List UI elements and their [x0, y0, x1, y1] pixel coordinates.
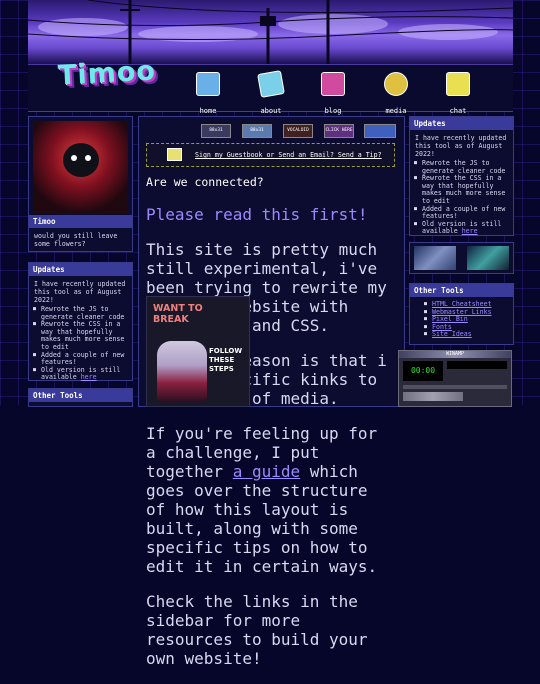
nav-home[interactable]: home [188, 72, 228, 117]
book-icon [321, 72, 345, 96]
power-lines-illustration [28, 0, 513, 64]
profile-avatar [33, 121, 128, 213]
poster-image: WANT TO BREAK FOLLOW THESE STEPS [146, 296, 250, 407]
site-button[interactable]: 88x31 [242, 124, 272, 138]
gallery-image[interactable] [414, 246, 456, 270]
gallery-image[interactable] [467, 246, 509, 270]
updates-panel-left: Updates I have recently updated this too… [28, 262, 133, 381]
nav-blog[interactable]: blog [313, 72, 353, 117]
nav-about[interactable]: about [251, 70, 291, 117]
profile-name: Timoo [29, 215, 132, 228]
other-tools-heading-left: Other Tools [29, 389, 132, 402]
other-tools-list: HTML Cheatsheet Webmaster Links Pixel Bi… [410, 297, 513, 339]
guide-link[interactable]: a guide [233, 462, 300, 481]
nav-media[interactable]: media [376, 72, 416, 117]
old-version-link[interactable]: here [81, 373, 97, 382]
poster-title: WANT TO BREAK [153, 303, 203, 325]
winamp-titlebar: WINAMP [399, 351, 511, 358]
media-disc-icon [384, 72, 408, 96]
nav-home-label: home [199, 107, 217, 115]
envelope-icon [167, 148, 182, 161]
winamp-marquee [447, 361, 507, 369]
updates-heading: Updates [29, 263, 132, 276]
list-item: Added a couple of new features! [33, 351, 129, 367]
poster-side-text: FOLLOW THESE STEPS [209, 347, 243, 373]
guestbook-link[interactable]: Sign my Guestbook or Send an Email? Send… [195, 151, 382, 159]
nav-chat-label: chat [449, 107, 467, 115]
list-item: Rewrote the CSS in a way that hopefully … [414, 174, 510, 205]
phone-icon [446, 72, 470, 96]
updates-list-right: Rewrote the JS to generate cleaner code … [410, 159, 513, 236]
site-button[interactable] [364, 124, 396, 138]
other-tools-panel-left: Other Tools [28, 388, 133, 407]
other-tools-heading: Other Tools [410, 284, 513, 297]
nav-about-label: about [260, 107, 282, 115]
updates-panel-right: Updates I have recently updated this too… [409, 116, 514, 236]
old-version-link-right[interactable]: here [462, 227, 478, 236]
paragraph-3: If you're feeling up for a challenge, I … [146, 424, 396, 576]
guestbook-box: Sign my Guestbook or Send an Email? Send… [146, 143, 395, 167]
winamp-seek-bar[interactable] [403, 385, 507, 389]
list-item: Old version is still available here [33, 366, 129, 382]
other-tools-panel: Other Tools HTML Cheatsheet Webmaster Li… [409, 283, 514, 345]
header-banner [28, 0, 513, 64]
updates-list: Rewrote the JS to generate cleaner code … [29, 305, 132, 382]
winamp-display: 00:00 [403, 361, 443, 381]
list-item: Rewrote the JS to generate cleaner code [33, 305, 129, 321]
gallery-panel [409, 242, 514, 274]
updates-intro: I have recently updated this tool as of … [34, 280, 126, 304]
list-item: Rewrote the CSS in a way that hopefully … [33, 320, 129, 351]
list-item: Added a couple of new features! [414, 205, 510, 221]
notepad-icon [257, 70, 285, 98]
site-logo[interactable]: Timoo [57, 55, 156, 91]
poster-character [157, 341, 207, 401]
main-text: Are we connected? Please read this first… [146, 175, 396, 684]
winamp-controls[interactable] [403, 392, 463, 401]
paragraph-4: Check the links in the sidebar for more … [146, 592, 368, 668]
computer-icon [196, 72, 220, 96]
tool-link[interactable]: Site Ideas [424, 331, 513, 339]
site-button[interactable]: CLICK HERE [324, 124, 354, 138]
updates-heading-right: Updates [410, 117, 513, 130]
profile-text: would you still leave some flowers? [34, 232, 118, 248]
profile-panel: Timoo would you still leave some flowers… [28, 116, 133, 252]
site-button[interactable]: 88x31 [201, 124, 231, 138]
page-title: Are we connected? [146, 175, 264, 189]
list-item: Rewrote the JS to generate cleaner code [414, 159, 510, 175]
winamp-player[interactable]: WINAMP 00:00 [398, 350, 512, 407]
updates-intro-right: I have recently updated this tool as of … [415, 134, 507, 158]
nav-blog-label: blog [324, 107, 342, 115]
nav-chat[interactable]: chat [438, 72, 478, 117]
notice-link[interactable]: Please read this first! [146, 205, 396, 224]
list-item: Old version is still available here [414, 220, 510, 236]
nav-media-label: media [385, 107, 407, 115]
site-button[interactable]: VOCALOID [283, 124, 313, 138]
